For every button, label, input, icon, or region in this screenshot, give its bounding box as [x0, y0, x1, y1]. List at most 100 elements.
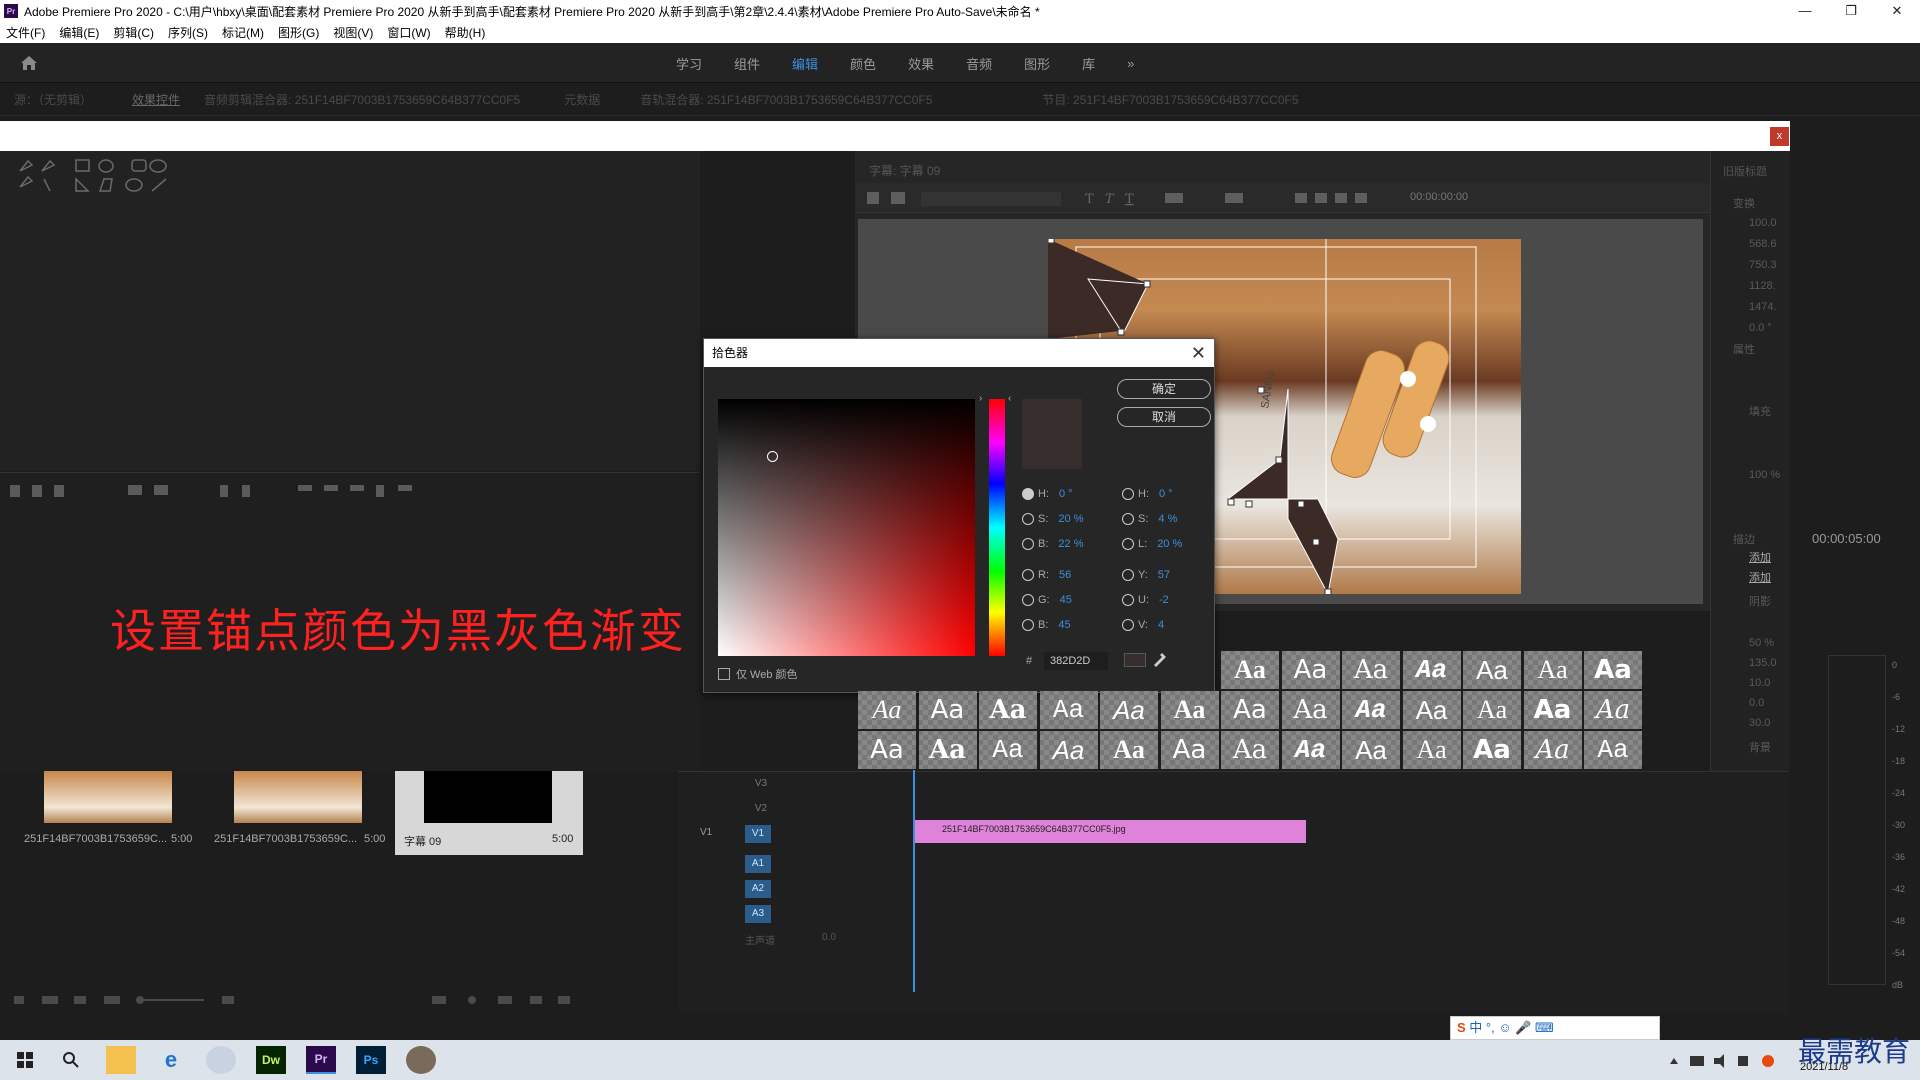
- style-swatch[interactable]: Aa: [1463, 651, 1521, 689]
- field-v[interactable]: V: 4: [1122, 619, 1170, 631]
- style-swatch[interactable]: Aa: [1281, 691, 1340, 729]
- dreamweaver-icon[interactable]: Dw: [256, 1046, 286, 1074]
- ok-button[interactable]: 确定: [1117, 379, 1211, 399]
- field-h[interactable]: H: 0 °: [1022, 488, 1079, 500]
- track-master[interactable]: 主声道 0.0: [678, 927, 1788, 951]
- style-swatch[interactable]: Aa: [1221, 691, 1279, 729]
- style-swatch[interactable]: Aa: [979, 731, 1037, 769]
- field-r[interactable]: R: 56: [1022, 569, 1077, 581]
- radio-blue[interactable]: [1022, 619, 1034, 631]
- restore-button[interactable]: ❐: [1828, 0, 1874, 22]
- field-hsl-l[interactable]: L: 20 %: [1122, 538, 1188, 550]
- color-field-cursor[interactable]: [767, 451, 778, 462]
- radio-h[interactable]: [1022, 488, 1034, 500]
- source-patch-v1[interactable]: V1: [700, 827, 712, 838]
- prop-value[interactable]: 750.3: [1749, 259, 1777, 271]
- field-hsl-s[interactable]: S: 4 %: [1122, 513, 1183, 525]
- workspace-tab-audio[interactable]: 音频: [966, 54, 992, 73]
- style-swatch[interactable]: Aa: [1402, 651, 1461, 689]
- tab-audio-track-mixer[interactable]: 音轨混合器: 251F14BF7003B1753659C64B377CC0F5: [640, 91, 932, 108]
- props-fill[interactable]: 填充: [1749, 403, 1771, 419]
- workspace-tab-learn[interactable]: 学习: [676, 54, 702, 73]
- radio-hsl-l[interactable]: [1122, 538, 1134, 550]
- style-swatch[interactable]: Aa: [1402, 731, 1461, 769]
- workspace-tab-assembly[interactable]: 组件: [734, 54, 760, 73]
- workspace-tab-editing[interactable]: 编辑: [792, 54, 818, 73]
- prop-value[interactable]: 0.0 °: [1749, 322, 1772, 334]
- color-field[interactable]: [718, 399, 975, 656]
- style-swatch[interactable]: Aa: [1039, 691, 1098, 729]
- prop-value[interactable]: 30.0: [1749, 717, 1770, 729]
- style-swatch[interactable]: Aa: [1221, 731, 1279, 769]
- style-swatch[interactable]: Aa: [1221, 651, 1279, 689]
- prop-value[interactable]: 100.0: [1749, 217, 1777, 229]
- workspace-more-icon[interactable]: »: [1127, 56, 1134, 71]
- field-s[interactable]: S: 20 %: [1022, 513, 1089, 525]
- props-transform[interactable]: 变换: [1733, 195, 1755, 211]
- style-swatch[interactable]: Aa: [1100, 731, 1158, 769]
- style-swatch[interactable]: Aa: [1463, 731, 1521, 769]
- bin-thumbnail[interactable]: [234, 771, 362, 823]
- style-swatch[interactable]: Aa: [1342, 731, 1400, 769]
- text-format-icons[interactable]: T T T: [865, 189, 1405, 207]
- radio-u[interactable]: [1122, 594, 1134, 606]
- workspace-tab-color[interactable]: 颜色: [850, 54, 876, 73]
- photoshop-icon[interactable]: Ps: [356, 1046, 386, 1074]
- tab-metadata[interactable]: 元数据: [564, 91, 600, 108]
- style-swatch[interactable]: Aa: [979, 691, 1037, 729]
- premiere-icon[interactable]: Pr: [306, 1046, 336, 1074]
- start-icon[interactable]: [10, 1046, 40, 1074]
- prop-value[interactable]: 1128.: [1749, 280, 1776, 292]
- app-icon[interactable]: [206, 1046, 236, 1074]
- style-swatch[interactable]: Aa: [1523, 731, 1582, 769]
- tab-program[interactable]: 节目: 251F14BF7003B1753659C64B377CC0F5: [1042, 91, 1298, 108]
- edge-icon[interactable]: e: [156, 1046, 186, 1074]
- style-swatch[interactable]: Aa: [1039, 731, 1098, 769]
- track-v3[interactable]: V3: [678, 772, 1788, 796]
- hue-slider[interactable]: [989, 399, 1005, 656]
- home-icon[interactable]: [20, 54, 38, 72]
- menu-clip[interactable]: 剪辑(C): [113, 24, 154, 41]
- style-swatch[interactable]: Aa: [1584, 731, 1642, 769]
- track-a2[interactable]: A2: [678, 877, 1788, 901]
- style-swatch[interactable]: Aa: [1281, 731, 1340, 769]
- radio-g[interactable]: [1022, 594, 1034, 606]
- menu-sequence[interactable]: 序列(S): [168, 24, 208, 41]
- props-background[interactable]: 背景: [1749, 739, 1771, 755]
- style-swatch[interactable]: Aa: [858, 691, 916, 729]
- style-swatch[interactable]: Aa: [1342, 651, 1400, 689]
- menu-marker[interactable]: 标记(M): [222, 24, 264, 41]
- radio-r[interactable]: [1022, 569, 1034, 581]
- menu-file[interactable]: 文件(F): [6, 24, 45, 41]
- field-hsl-h[interactable]: H: 0 °: [1122, 488, 1179, 500]
- system-tray-icons[interactable]: [1668, 1052, 1788, 1070]
- workspace-tab-libraries[interactable]: 库: [1082, 54, 1095, 73]
- props-properties[interactable]: 属性: [1733, 341, 1755, 357]
- bin-thumbnail[interactable]: [44, 771, 172, 823]
- bin-footer-icons[interactable]: [12, 990, 572, 1010]
- menu-graphics[interactable]: 图形(G): [278, 24, 319, 41]
- prop-value[interactable]: 10.0: [1749, 677, 1770, 689]
- legacy-title-close-button[interactable]: x: [1770, 127, 1789, 146]
- tab-audio-clip-mixer[interactable]: 音频剪辑混合器: 251F14BF7003B1753659C64B377CC0F…: [204, 91, 520, 108]
- cancel-button[interactable]: 取消: [1117, 407, 1211, 427]
- workspace-tab-graphics[interactable]: 图形: [1024, 54, 1050, 73]
- track-v2[interactable]: V2: [678, 797, 1788, 821]
- prop-value[interactable]: 50 %: [1749, 637, 1774, 649]
- bin-thumbnail-title[interactable]: [424, 771, 552, 823]
- field-blue[interactable]: B: 45: [1022, 619, 1077, 631]
- style-swatch[interactable]: Aa: [1281, 651, 1340, 689]
- style-swatch[interactable]: Aa: [1100, 691, 1158, 729]
- align-tools-icon[interactable]: [8, 481, 428, 501]
- workspace-tab-effects[interactable]: 效果: [908, 54, 934, 73]
- title-timecode[interactable]: 00:00:00:00: [1410, 191, 1468, 203]
- hue-arrow-left[interactable]: ›: [979, 393, 982, 404]
- prop-value[interactable]: 135.0: [1749, 657, 1777, 669]
- tab-source[interactable]: 源：（无剪辑）: [14, 91, 92, 108]
- style-swatch[interactable]: Aa: [1160, 691, 1219, 729]
- radio-hsl-s[interactable]: [1122, 513, 1134, 525]
- file-explorer-icon[interactable]: [106, 1046, 136, 1074]
- field-y[interactable]: Y: 57: [1122, 569, 1176, 581]
- style-swatch[interactable]: Aa: [1160, 731, 1219, 769]
- props-stroke[interactable]: 描边: [1733, 531, 1755, 547]
